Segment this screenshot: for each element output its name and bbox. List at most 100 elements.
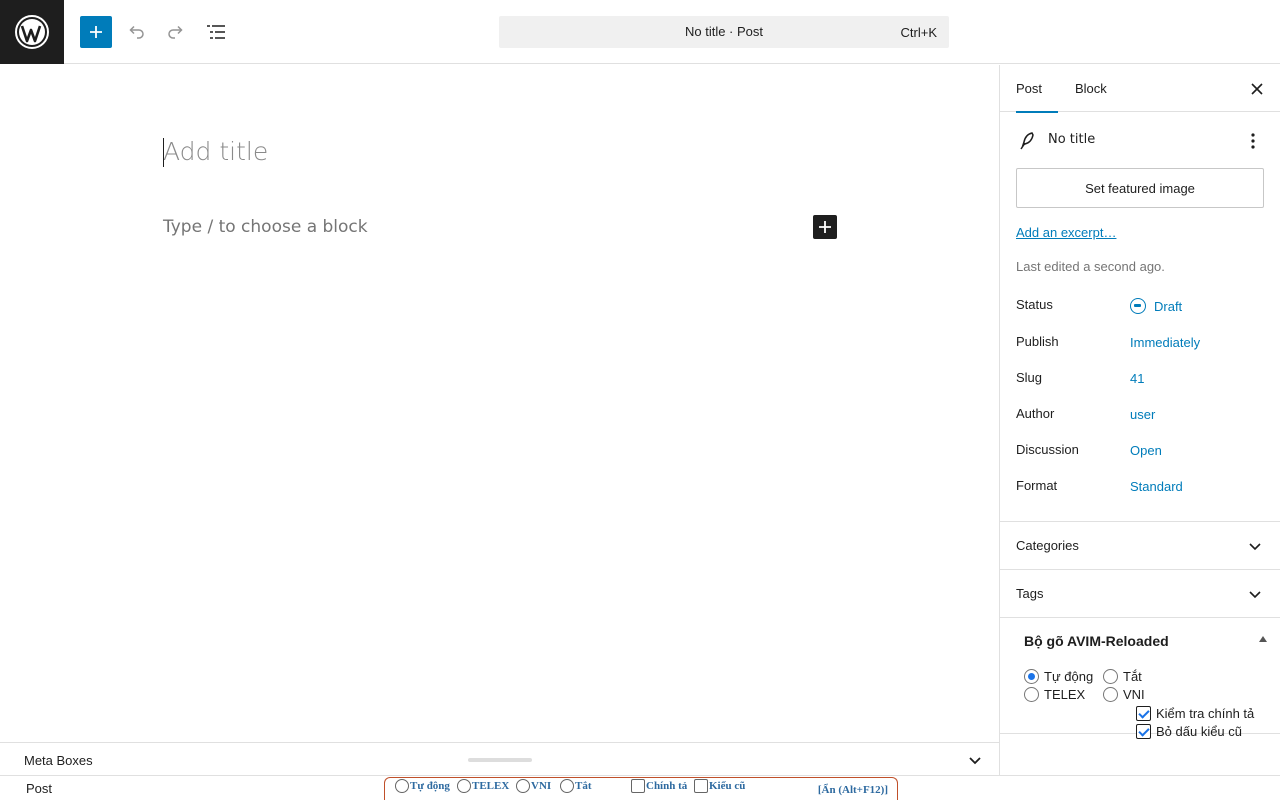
avim-mode-label: Tắt <box>575 780 592 792</box>
panel-title: Tags <box>1016 586 1044 601</box>
status-row: Status Draft <box>1016 297 1266 317</box>
avim-mode-vni[interactable]: VNI <box>516 778 551 794</box>
radio-icon <box>1103 669 1118 684</box>
row-label: Slug <box>1016 370 1043 385</box>
avim-old-style-option[interactable]: Bỏ dấu kiểu cũ <box>1136 724 1242 739</box>
post-actions-button[interactable] <box>1241 129 1265 153</box>
editor-header: No title · Post Ctrl+K <box>0 0 1280 64</box>
last-edited-text: Last edited a second ago. <box>1016 259 1165 274</box>
avim-radio-telex[interactable]: TELEX <box>1024 687 1085 702</box>
plus-icon <box>90 26 102 38</box>
row-label: Discussion <box>1016 442 1079 457</box>
avim-radio-off[interactable]: Tắt <box>1103 669 1142 684</box>
panel-title: Categories <box>1016 538 1079 553</box>
radio-icon <box>1103 687 1118 702</box>
row-label: Format <box>1016 478 1058 493</box>
avim-check-label: Kiểu cũ <box>709 780 746 792</box>
avim-radio-vni[interactable]: VNI <box>1103 687 1145 702</box>
author-value[interactable]: user <box>1130 407 1155 422</box>
text-caret <box>163 138 164 167</box>
chevron-down-icon[interactable] <box>967 752 983 768</box>
publish-value[interactable]: Immediately <box>1130 335 1200 350</box>
post-title-input[interactable]: Add title <box>163 137 268 166</box>
radio-icon <box>560 779 574 793</box>
undo-button[interactable] <box>120 16 152 48</box>
radio-icon <box>395 779 409 793</box>
radio-icon <box>516 779 530 793</box>
wordpress-logo-icon[interactable] <box>0 0 64 64</box>
avim-check-old-style[interactable]: Kiểu cũ <box>694 778 745 794</box>
add-block-button[interactable] <box>813 215 837 239</box>
avim-check-label: Chính tả <box>646 780 688 792</box>
checkbox-icon <box>1136 706 1151 721</box>
option-label: Kiểm tra chính tả <box>1156 706 1255 721</box>
meta-boxes-panel: Meta Boxes <box>0 742 999 776</box>
slug-value[interactable]: 41 <box>1130 371 1144 386</box>
tab-post[interactable]: Post <box>1016 65 1058 113</box>
post-summary-panel: No title Set featured image Add an excer… <box>1000 113 1280 522</box>
avim-settings-panel: Bộ gõ AVIM-Reloaded Tự động Tắt TELEX VN… <box>1000 618 1280 739</box>
status-value[interactable]: Draft <box>1130 298 1182 314</box>
chevron-down-icon <box>1249 591 1261 599</box>
checkbox-icon <box>631 779 645 793</box>
command-palette-button[interactable]: No title · Post Ctrl+K <box>499 16 949 48</box>
format-row: Format Standard <box>1016 478 1266 498</box>
add-excerpt-link[interactable]: Add an excerpt… <box>1016 225 1116 240</box>
document-title: No title · Post <box>684 24 764 39</box>
post-feather-icon <box>1020 132 1034 150</box>
avim-toolbar: Tự động TELEX VNI Tắt Chính tả Kiểu cũ [… <box>384 777 898 800</box>
row-label: Status <box>1016 297 1053 312</box>
avim-mode-auto[interactable]: Tự động <box>395 778 450 794</box>
breadcrumb-post[interactable]: Post <box>26 781 52 796</box>
keyboard-shortcut: Ctrl+K <box>900 25 937 40</box>
avim-check-spelling-option[interactable]: Kiểm tra chính tả <box>1136 706 1254 721</box>
sidebar-tabs: Post Block <box>1000 65 1280 113</box>
redo-icon <box>168 25 183 39</box>
default-block-appender[interactable]: Type / to choose a block <box>163 217 368 237</box>
publish-row: Publish Immediately <box>1016 334 1266 354</box>
status-text: Draft <box>1154 298 1183 314</box>
more-vertical-icon <box>1251 133 1255 149</box>
avim-mode-telex[interactable]: TELEX <box>457 778 509 794</box>
resize-handle[interactable] <box>468 758 532 762</box>
close-icon <box>1251 83 1263 95</box>
row-label: Publish <box>1016 334 1059 349</box>
radio-icon <box>1024 669 1039 684</box>
categories-panel[interactable]: Categories <box>1000 522 1280 570</box>
slug-row: Slug 41 <box>1016 370 1266 390</box>
redo-button[interactable] <box>160 16 192 48</box>
close-settings-button[interactable] <box>1247 79 1267 99</box>
row-label: Author <box>1016 406 1055 421</box>
toggle-block-inserter-button[interactable] <box>80 16 112 48</box>
editor-canvas[interactable]: Add title Type / to choose a block <box>0 65 999 742</box>
discussion-row: Discussion Open <box>1016 442 1266 462</box>
radio-icon <box>457 779 471 793</box>
tags-panel[interactable]: Tags <box>1000 570 1280 618</box>
option-label: Bỏ dấu kiểu cũ <box>1156 724 1243 739</box>
avim-mode-off[interactable]: Tắt <box>560 778 592 794</box>
draft-icon <box>1130 298 1146 314</box>
post-title: No title <box>1048 132 1096 147</box>
list-view-icon <box>207 25 225 39</box>
tab-block[interactable]: Block <box>1075 65 1115 112</box>
discussion-value[interactable]: Open <box>1130 443 1162 458</box>
plus-icon <box>819 221 831 233</box>
settings-sidebar: Post Block No title Set featured image A… <box>999 65 1280 775</box>
undo-icon <box>129 25 144 39</box>
avim-radio-auto[interactable]: Tự động <box>1024 669 1093 684</box>
set-featured-image-button[interactable]: Set featured image <box>1016 168 1264 208</box>
option-label: Tự động <box>1044 669 1094 684</box>
collapse-triangle-icon[interactable] <box>1259 636 1267 642</box>
option-label: Tắt <box>1123 669 1142 684</box>
avim-check-spelling[interactable]: Chính tả <box>631 778 687 794</box>
option-label: VNI <box>1123 687 1145 702</box>
avim-mode-label: TELEX <box>472 780 510 792</box>
author-row: Author user <box>1016 406 1266 426</box>
avim-hide-link[interactable]: [Ẩn (Alt+F12)] <box>818 784 888 796</box>
checkbox-icon <box>694 779 708 793</box>
document-overview-button[interactable] <box>200 16 232 48</box>
format-value[interactable]: Standard <box>1130 479 1183 494</box>
checkbox-icon <box>1136 724 1151 739</box>
avim-panel-title: Bộ gõ AVIM-Reloaded <box>1024 633 1169 649</box>
option-label: TELEX <box>1044 687 1086 702</box>
